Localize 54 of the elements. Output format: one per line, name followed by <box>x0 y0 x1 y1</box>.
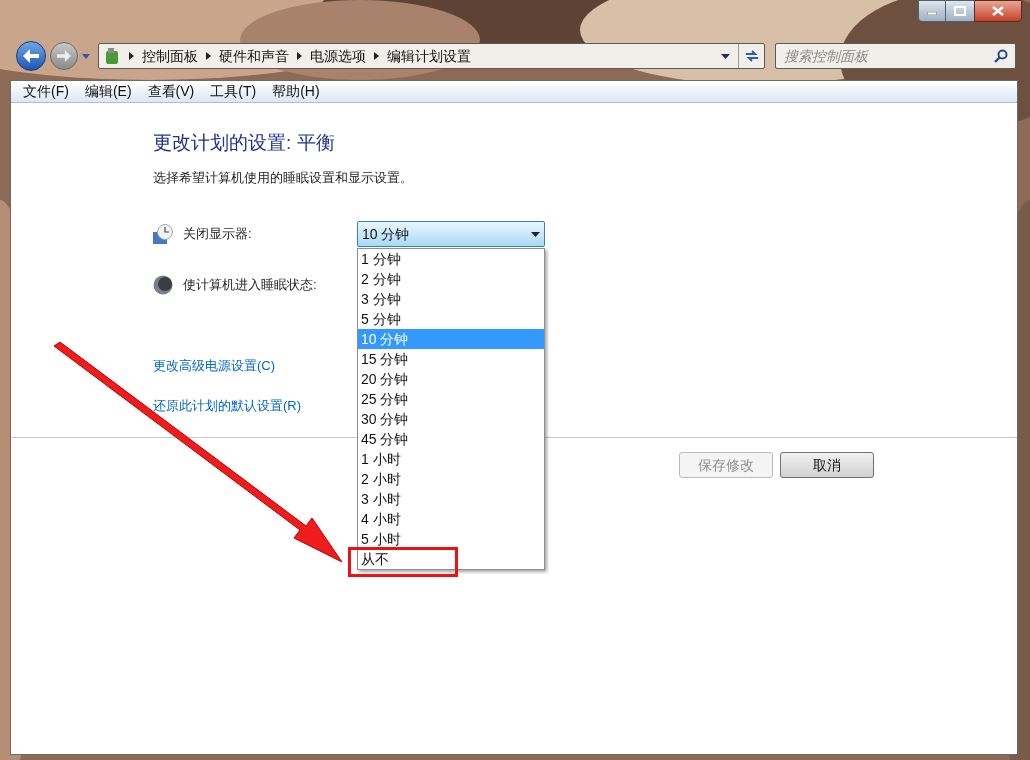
minimize-icon <box>927 12 937 15</box>
dropdown-option[interactable]: 15 分钟 <box>358 349 544 369</box>
breadcrumb[interactable]: 电源选项 <box>310 45 366 67</box>
back-arrow-icon <box>23 49 39 63</box>
refresh-arrows-icon <box>743 49 760 63</box>
breadcrumb[interactable]: 硬件和声音 <box>219 45 289 67</box>
moon-icon <box>153 275 173 295</box>
search-field[interactable]: 搜索控制面板 <box>775 43 1016 69</box>
clock-monitor-icon <box>153 224 173 244</box>
menu-item[interactable]: 编辑(E) <box>84 81 132 102</box>
dialog-button[interactable]: 取消 <box>780 452 874 478</box>
menu-item[interactable]: 文件(F) <box>23 81 69 102</box>
history-caret-icon <box>82 53 90 59</box>
dropdown-caret-icon <box>721 53 730 59</box>
menu-item[interactable]: 查看(V) <box>147 81 195 102</box>
control-panel-icon <box>103 47 121 65</box>
dropdown-option[interactable]: 3 小时 <box>358 489 544 509</box>
dropdown-option[interactable]: 20 分钟 <box>358 369 544 389</box>
dropdown-option[interactable]: 25 分钟 <box>358 389 544 409</box>
search-icon <box>994 49 1008 63</box>
dropdown-option[interactable]: 2 小时 <box>358 469 544 489</box>
dropdown-option[interactable]: 3 分钟 <box>358 289 544 309</box>
caret-icon <box>531 231 540 237</box>
minimize-button[interactable] <box>918 0 946 22</box>
menu-item[interactable]: 工具(T) <box>210 81 257 102</box>
page-description: 选择希望计算机使用的睡眠设置和显示设置。 <box>153 168 414 187</box>
chevron-icon <box>374 52 379 60</box>
link[interactable]: 更改高级电源设置(C) <box>153 356 276 376</box>
dropdown-option[interactable]: 1 小时 <box>358 449 544 469</box>
maximize-button[interactable] <box>946 0 974 22</box>
chevron-icon <box>297 52 302 60</box>
dropdown[interactable]: 10 分钟 <box>357 221 545 247</box>
breadcrumb[interactable]: 编辑计划设置 <box>387 45 471 67</box>
setting-label: 关闭显示器: <box>183 225 253 244</box>
chevron-icon <box>206 52 211 60</box>
dropdown-option[interactable]: 2 分钟 <box>358 269 544 289</box>
menu-item[interactable]: 帮助(H) <box>272 81 320 102</box>
dropdown-option[interactable]: 5 分钟 <box>358 309 544 329</box>
dropdown-option[interactable]: 从不 <box>361 549 389 569</box>
chevron-icon <box>129 52 134 60</box>
setting-label: 使计算机进入睡眠状态: <box>183 276 318 295</box>
dropdown-option[interactable]: 1 分钟 <box>358 249 544 269</box>
forward-arrow-icon <box>57 50 71 62</box>
address-bar[interactable]: 控制面板 硬件和声音 电源选项 编辑计划设置 <box>98 43 765 69</box>
link[interactable]: 还原此计划的默认设置(R) <box>153 395 302 415</box>
dropdown-option[interactable]: 5 小时 <box>358 529 544 549</box>
close-button[interactable] <box>974 0 1022 22</box>
dropdown-option[interactable]: 4 小时 <box>358 509 544 529</box>
close-icon <box>992 6 1004 16</box>
maximize-icon <box>954 6 966 16</box>
dropdown-option[interactable]: 30 分钟 <box>358 409 544 429</box>
dropdown-option[interactable]: 45 分钟 <box>358 429 544 449</box>
breadcrumb[interactable]: 控制面板 <box>142 45 198 67</box>
page-heading: 更改计划的设置: 平衡 <box>153 131 336 155</box>
